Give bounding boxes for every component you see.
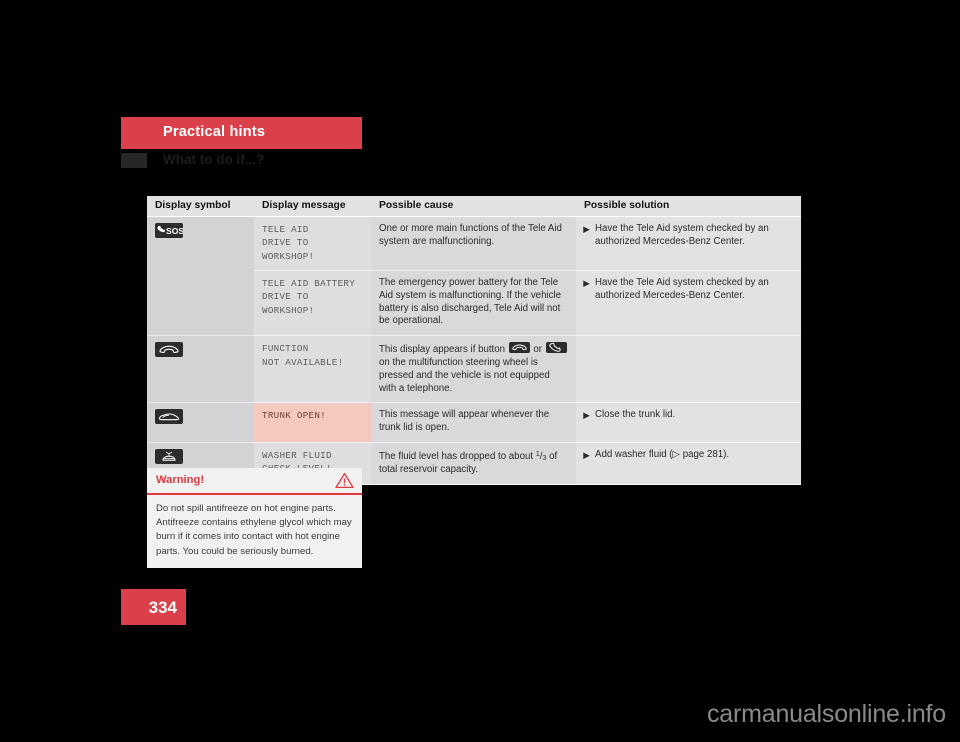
display-messages-table: Display symbol Display message Possible … (147, 196, 801, 485)
message-line-2: DRIVE TO WORKSHOP! (262, 291, 315, 316)
message-line-1: TELE AID BATTERY (262, 278, 356, 290)
message-cell: TELE AID BATTERY DRIVE TO WORKSHOP! (254, 270, 371, 337)
svg-text:SOS: SOS (166, 226, 183, 236)
cause-cell: One or more main functions of the Tele A… (371, 216, 576, 272)
solution-text-suffix: ). (723, 449, 730, 460)
message-cell: FUNCTION NOT AVAILABLE! (254, 335, 371, 404)
cause-cell: This message will appear whenever the tr… (371, 402, 576, 443)
table-row: FUNCTION NOT AVAILABLE! This display app… (147, 335, 801, 404)
warning-triangle-icon (335, 472, 354, 494)
page-reference-arrow-icon: ▷ (672, 449, 680, 460)
solution-cell (576, 335, 801, 404)
phone-hangup-icon (508, 342, 530, 354)
warning-body: Do not spill antifreeze on hot engine pa… (156, 503, 352, 557)
solution-bullet-icon: ▶ (583, 278, 590, 289)
fraction-denominator: 3 (542, 453, 547, 462)
message-cell: TELE AID DRIVE TO WORKSHOP! (254, 216, 371, 272)
section-title: What to do if...? (163, 152, 265, 167)
warning-header: Warning! (147, 468, 362, 495)
section-tab-marker (121, 153, 147, 168)
page-reference-link[interactable]: page 281 (683, 449, 723, 460)
symbol-cell (147, 270, 254, 337)
trunk-open-icon (155, 409, 183, 425)
table-row: TELE AID BATTERY DRIVE TO WORKSHOP! The … (147, 270, 801, 337)
solution-bullet-icon: ▶ (583, 410, 590, 421)
cause-text-part-1: This display appears if button (379, 344, 506, 356)
page-number-badge: 334 (121, 589, 186, 625)
solution-bullet-icon: ▶ (583, 450, 590, 460)
message-line-1: TRUNK OPEN! (262, 410, 326, 422)
solution-text-prefix: Add washer fluid ( (595, 449, 673, 460)
table-row: SOS TELE AID DRIVE TO WORKSHOP! One or m… (147, 216, 801, 272)
fraction-one-third: 1/3 (535, 449, 547, 462)
cause-text-part-3: on the multifunction steering wheel is p… (379, 357, 550, 394)
message-line-1: FUNCTION (262, 343, 309, 355)
solution-cell: ▶ Have the Tele Aid system checked by an… (576, 216, 801, 272)
column-header-possible-cause: Possible cause (371, 196, 576, 217)
chapter-banner: Practical hints (121, 117, 362, 149)
washer-fluid-icon (155, 449, 183, 464)
cause-text-prefix: The fluid level has dropped to about (379, 451, 534, 462)
solution-cell: ▶ Close the trunk lid. (576, 402, 801, 443)
warning-title: Warning! (156, 474, 205, 486)
cause-text-part-2: or (533, 344, 543, 356)
solution-cell: ▶ Have the Tele Aid system checked by an… (576, 270, 801, 337)
column-header-display-symbol: Display symbol (147, 196, 254, 217)
solution-text: Close the trunk lid. (595, 409, 676, 421)
message-cell: TRUNK OPEN! (254, 402, 371, 443)
fraction-numerator: 1 (535, 449, 540, 458)
solution-bullet-icon: ▶ (583, 224, 590, 234)
warning-box: Warning! Do not spill antifreeze on hot … (147, 468, 362, 568)
symbol-cell (147, 402, 254, 443)
solution-text: Have the Tele Aid system checked by an a… (595, 277, 769, 301)
phone-pickup-icon (545, 342, 567, 354)
tele-aid-sos-icon: SOS (155, 223, 183, 238)
cause-cell: The fluid level has dropped to about 1/3… (371, 442, 576, 485)
section-header: What to do if...? (121, 151, 421, 171)
page-number: 334 (148, 598, 177, 617)
message-line-1: TELE AID (262, 224, 309, 235)
cause-cell: The emergency power battery for the Tele… (371, 270, 576, 337)
cause-cell: This display appears if button or on the… (371, 335, 576, 404)
chapter-title: Practical hints (163, 124, 266, 140)
solution-text: Have the Tele Aid system checked by an a… (595, 223, 769, 247)
table-row: TRUNK OPEN! This message will appear whe… (147, 402, 801, 443)
table-header-row: Display symbol Display message Possible … (147, 196, 801, 217)
message-line-2: NOT AVAILABLE! (262, 356, 344, 368)
column-header-possible-solution: Possible solution (576, 196, 801, 217)
message-line-2: DRIVE TO WORKSHOP! (262, 237, 315, 262)
watermark: carmanualsonline.info (706, 700, 946, 728)
symbol-cell (147, 335, 254, 404)
solution-text: Add washer fluid (▷ page 281). (595, 449, 793, 462)
column-header-display-message: Display message (254, 196, 371, 217)
message-line-1: WASHER FLUID (262, 450, 332, 461)
phone-hangup-icon (155, 342, 183, 358)
solution-cell: ▶ Add washer fluid (▷ page 281). (576, 442, 801, 485)
symbol-cell: SOS (147, 216, 254, 271)
